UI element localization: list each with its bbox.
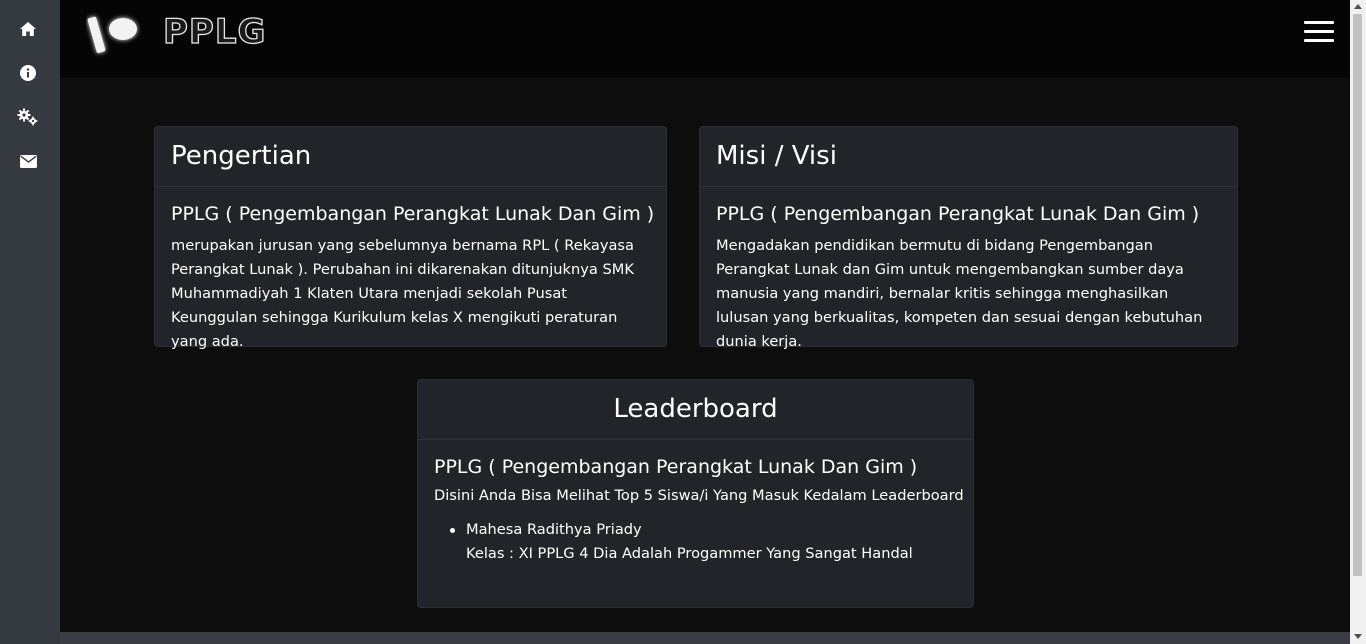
- logo-icon[interactable]: [86, 12, 142, 58]
- info-icon[interactable]: [17, 62, 39, 84]
- scroll-thumb[interactable]: [1353, 14, 1362, 576]
- main-content: PPLG Pengertian PPLG ( Pengembangan Pera…: [60, 0, 1350, 632]
- pengertian-text: merupakan jurusan yang sebelumnya bernam…: [171, 237, 634, 350]
- misi-visi-card: Misi / Visi PPLG ( Pengembangan Perangka…: [699, 126, 1238, 350]
- brand-title: PPLG: [162, 11, 267, 52]
- leaderboard-entry: Mahesa Radithya Priady Kelas : XI PPLG 4…: [450, 518, 957, 566]
- scroll-down-icon[interactable]: [1354, 634, 1362, 639]
- mail-icon[interactable]: [17, 150, 39, 172]
- misi-visi-text: Mengadakan pendidikan bermutu di bidang …: [716, 237, 1203, 350]
- pengertian-card: Pengertian PPLG ( Pengembangan Perangkat…: [154, 126, 667, 350]
- vertical-scrollbar[interactable]: [1350, 0, 1366, 644]
- leaderboard-title: Leaderboard: [418, 380, 973, 440]
- home-icon[interactable]: [17, 18, 39, 40]
- settings-icon[interactable]: [17, 106, 39, 128]
- leaderboard-subtitle: PPLG ( Pengembangan Perangkat Lunak Dan …: [434, 456, 918, 478]
- leaderboard-card: Leaderboard PPLG ( Pengembangan Perangka…: [417, 379, 974, 608]
- misi-visi-subtitle: PPLG ( Pengembangan Perangkat Lunak Dan …: [716, 203, 1200, 225]
- scroll-up-icon[interactable]: [1354, 4, 1362, 9]
- misi-visi-title: Misi / Visi: [700, 127, 1237, 187]
- pengertian-title: Pengertian: [155, 127, 666, 187]
- sidebar: [0, 0, 60, 644]
- leaderboard-intro: Disini Anda Bisa Melihat Top 5 Siswa/i Y…: [434, 487, 964, 504]
- leaderboard-entry-name: Mahesa Radithya Priady: [466, 521, 642, 538]
- hamburger-menu-icon[interactable]: [1304, 21, 1336, 45]
- top-navbar: PPLG: [60, 0, 1350, 78]
- leaderboard-entry-detail: Kelas : XI PPLG 4 Dia Adalah Progammer Y…: [466, 545, 913, 562]
- leaderboard-list: Mahesa Radithya Priady Kelas : XI PPLG 4…: [434, 518, 957, 566]
- pengertian-subtitle: PPLG ( Pengembangan Perangkat Lunak Dan …: [171, 203, 655, 225]
